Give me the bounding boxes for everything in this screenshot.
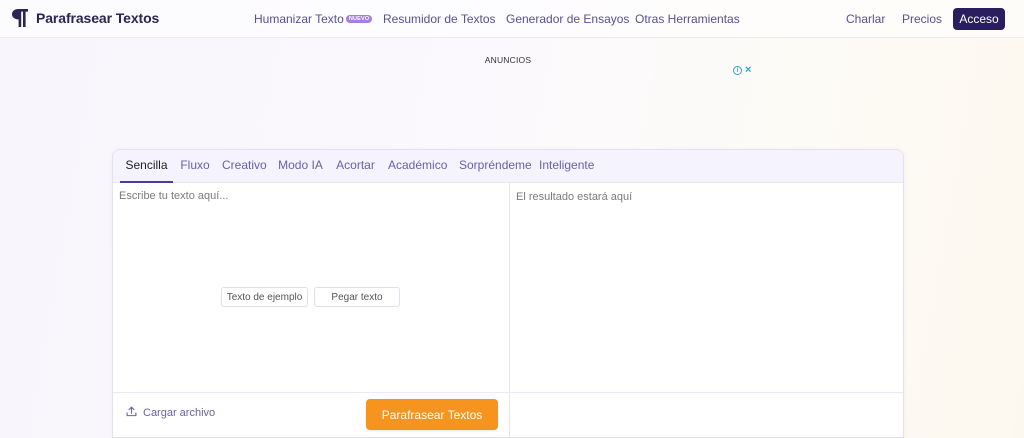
- ads-label: ANUNCIOS: [484, 55, 532, 65]
- tab-creativo[interactable]: Creativo: [222, 150, 267, 183]
- nav-humanizar-texto[interactable]: Humanizar Texto NUEVO: [254, 0, 373, 38]
- nav-resumidor-de-textos[interactable]: Resumidor de Textos: [383, 0, 496, 38]
- brand-name: Parafrasear Textos: [36, 10, 160, 26]
- sample-text-button[interactable]: Texto de ejemplo: [221, 287, 308, 307]
- ad-controls: i ×: [733, 65, 751, 76]
- nav-precios[interactable]: Precios: [902, 0, 942, 38]
- paste-text-button[interactable]: Pegar texto: [314, 287, 400, 307]
- nav-link-label: Charlar: [846, 12, 886, 26]
- tab-fluxo[interactable]: Fluxo: [179, 150, 211, 183]
- nav-charlar[interactable]: Charlar: [846, 0, 885, 38]
- tab-modo-ia[interactable]: Modo IA: [278, 150, 323, 183]
- brand-logo[interactable]: Parafrasear Textos: [11, 8, 159, 28]
- tab-academico[interactable]: Académico: [388, 150, 447, 183]
- upload-label: Cargar archivo: [143, 407, 216, 419]
- new-badge: NUEVO: [345, 15, 373, 23]
- footer-divider: [113, 392, 903, 393]
- output-placeholder: El resultado estará aquí: [516, 191, 633, 203]
- close-icon[interactable]: ×: [745, 65, 751, 76]
- login-button[interactable]: Acceso: [953, 8, 1005, 30]
- top-navbar: Parafrasear Textos Humanizar Texto NUEVO…: [0, 0, 1024, 38]
- pilcrow-icon: [11, 8, 29, 28]
- nav-generador-de-ensayos[interactable]: Generador de Ensayos: [506, 0, 629, 38]
- nav-link-label: Otras Herramientas: [635, 12, 740, 26]
- tab-inteligente[interactable]: Inteligente: [539, 150, 594, 183]
- input-textarea[interactable]: [119, 190, 503, 380]
- paraphrase-card: Sencilla Fluxo Creativo Modo IA Acortar …: [112, 149, 904, 438]
- tab-sorprendeme[interactable]: Sorpréndeme: [459, 150, 532, 183]
- tab-acortar[interactable]: Acortar: [335, 150, 376, 183]
- nav-link-label: Resumidor de Textos: [383, 12, 496, 26]
- panel-divider: [509, 183, 510, 437]
- tab-sencilla[interactable]: Sencilla: [120, 150, 173, 183]
- nav-link-label: Precios: [902, 12, 943, 26]
- upload-file-button[interactable]: Cargar archivo: [126, 406, 215, 420]
- paraphrase-button[interactable]: Parafrasear Textos: [366, 399, 498, 430]
- info-icon[interactable]: i: [733, 66, 742, 75]
- nav-link-label: Humanizar Texto: [254, 12, 344, 26]
- mode-tabs: Sencilla Fluxo Creativo Modo IA Acortar …: [113, 150, 903, 183]
- upload-icon: [126, 406, 143, 420]
- nav-link-label: Generador de Ensayos: [506, 12, 630, 26]
- nav-otras-herramientas[interactable]: Otras Herramientas: [635, 0, 740, 38]
